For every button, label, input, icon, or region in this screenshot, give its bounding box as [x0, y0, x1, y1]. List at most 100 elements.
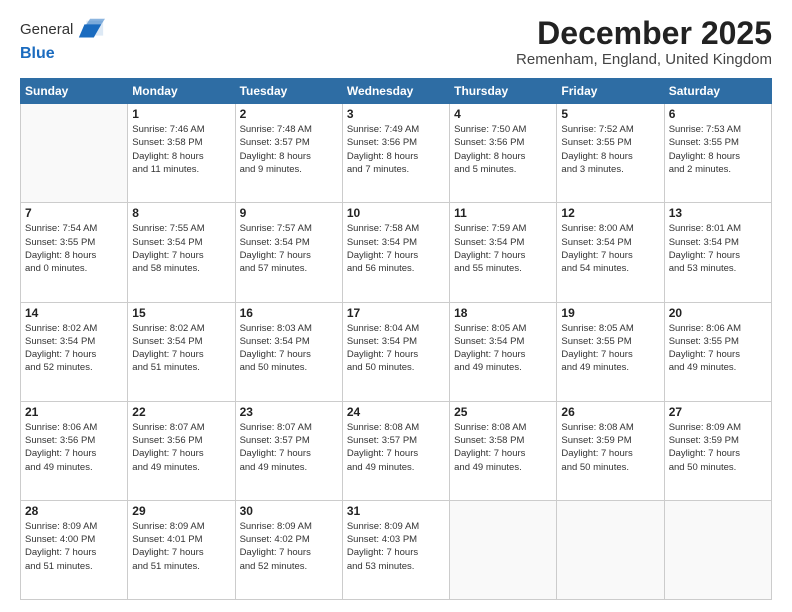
day-info: Sunrise: 8:07 AMSunset: 3:57 PMDaylight:…: [240, 421, 338, 474]
day-number: 22: [132, 405, 230, 419]
calendar-cell-2-1: 7Sunrise: 7:54 AMSunset: 3:55 PMDaylight…: [21, 203, 128, 302]
calendar-cell-5-6: [557, 500, 664, 599]
day-info: Sunrise: 8:06 AMSunset: 3:56 PMDaylight:…: [25, 421, 123, 474]
day-info: Sunrise: 7:59 AMSunset: 3:54 PMDaylight:…: [454, 222, 552, 275]
calendar-cell-1-2: 1 Sunrise: 7:46 AMSunset: 3:58 PMDaylight…: [128, 104, 235, 203]
day-number: 11: [454, 206, 552, 220]
calendar-cell-4-1: 21 Sunrise: 8:06 AMSunset: 3:56 PMDayligh…: [21, 401, 128, 500]
day-info: Sunrise: 8:09 AMSunset: 3:59 PMDaylight:…: [669, 421, 767, 474]
day-number: 19: [561, 306, 659, 320]
day-number: 30: [240, 504, 338, 518]
calendar-cell-3-1: 14Sunrise: 8:02 AMSunset: 3:54 PMDayligh…: [21, 302, 128, 401]
day-info: Sunrise: 8:05 AMSunset: 3:55 PMDaylight:…: [561, 322, 659, 375]
calendar-cell-4-5: 25 Sunrise: 8:08 AMSunset: 3:58 PMDayligh…: [450, 401, 557, 500]
header-saturday: Saturday: [664, 79, 771, 104]
day-info: Sunrise: 7:49 AMSunset: 3:56 PMDaylight:…: [347, 123, 445, 176]
day-number: 28: [25, 504, 123, 518]
day-info: Sunrise: 7:55 AMSunset: 3:54 PMDaylight:…: [132, 222, 230, 275]
day-info: Sunrise: 8:02 AMSunset: 3:54 PMDaylight:…: [132, 322, 230, 375]
day-number: 10: [347, 206, 445, 220]
day-info: Sunrise: 8:09 AMSunset: 4:03 PMDaylight:…: [347, 520, 445, 573]
calendar-cell-1-7: 6 Sunrise: 7:53 AMSunset: 3:55 PMDaylight…: [664, 104, 771, 203]
calendar-cell-5-2: 29Sunrise: 8:09 AMSunset: 4:01 PMDayligh…: [128, 500, 235, 599]
day-number: 1: [132, 107, 230, 121]
title-block: December 2025 Remenham, England, United …: [516, 16, 772, 68]
day-info: Sunrise: 8:08 AMSunset: 3:58 PMDaylight:…: [454, 421, 552, 474]
day-number: 12: [561, 206, 659, 220]
day-number: 27: [669, 405, 767, 419]
day-info: Sunrise: 8:09 AMSunset: 4:01 PMDaylight:…: [132, 520, 230, 573]
header-sunday: Sunday: [21, 79, 128, 104]
day-number: 5: [561, 107, 659, 121]
calendar-cell-3-5: 18 Sunrise: 8:05 AMSunset: 3:54 PMDayligh…: [450, 302, 557, 401]
calendar-cell-4-6: 26 Sunrise: 8:08 AMSunset: 3:59 PMDayligh…: [557, 401, 664, 500]
calendar-cell-2-4: 10Sunrise: 7:58 AMSunset: 3:54 PMDayligh…: [342, 203, 449, 302]
day-info: Sunrise: 8:09 AMSunset: 4:00 PMDaylight:…: [25, 520, 123, 573]
day-info: Sunrise: 8:03 AMSunset: 3:54 PMDaylight:…: [240, 322, 338, 375]
header-thursday: Thursday: [450, 79, 557, 104]
location: Remenham, England, United Kingdom: [516, 51, 772, 68]
calendar-cell-3-4: 17 Sunrise: 8:04 AMSunset: 3:54 PMDayligh…: [342, 302, 449, 401]
day-info: Sunrise: 7:46 AMSunset: 3:58 PMDaylight:…: [132, 123, 230, 176]
day-info: Sunrise: 7:50 AMSunset: 3:56 PMDaylight:…: [454, 123, 552, 176]
day-number: 31: [347, 504, 445, 518]
day-number: 18: [454, 306, 552, 320]
day-number: 25: [454, 405, 552, 419]
calendar-cell-2-6: 12Sunrise: 8:00 AMSunset: 3:54 PMDayligh…: [557, 203, 664, 302]
calendar-cell-2-2: 8Sunrise: 7:55 AMSunset: 3:54 PMDaylight…: [128, 203, 235, 302]
day-info: Sunrise: 8:05 AMSunset: 3:54 PMDaylight:…: [454, 322, 552, 375]
logo-icon: [77, 16, 105, 44]
day-info: Sunrise: 7:54 AMSunset: 3:55 PMDaylight:…: [25, 222, 123, 275]
calendar-header-row: Sunday Monday Tuesday Wednesday Thursday…: [21, 79, 772, 104]
day-number: 23: [240, 405, 338, 419]
calendar-cell-1-6: 5 Sunrise: 7:52 AMSunset: 3:55 PMDaylight…: [557, 104, 664, 203]
header-tuesday: Tuesday: [235, 79, 342, 104]
calendar-cell-1-3: 2 Sunrise: 7:48 AMSunset: 3:57 PMDaylight…: [235, 104, 342, 203]
day-info: Sunrise: 7:52 AMSunset: 3:55 PMDaylight:…: [561, 123, 659, 176]
day-number: 21: [25, 405, 123, 419]
calendar-cell-5-4: 31 Sunrise: 8:09 AMSunset: 4:03 PMDayligh…: [342, 500, 449, 599]
logo: General Blue: [20, 16, 105, 63]
header-friday: Friday: [557, 79, 664, 104]
day-number: 9: [240, 206, 338, 220]
day-number: 3: [347, 107, 445, 121]
calendar-cell-5-3: 30Sunrise: 8:09 AMSunset: 4:02 PMDayligh…: [235, 500, 342, 599]
calendar-cell-3-7: 20Sunrise: 8:06 AMSunset: 3:55 PMDayligh…: [664, 302, 771, 401]
calendar-cell-3-2: 15 Sunrise: 8:02 AMSunset: 3:54 PMDayligh…: [128, 302, 235, 401]
day-info: Sunrise: 8:04 AMSunset: 3:54 PMDaylight:…: [347, 322, 445, 375]
logo-general: General: [20, 21, 73, 39]
day-info: Sunrise: 8:07 AMSunset: 3:56 PMDaylight:…: [132, 421, 230, 474]
calendar-cell-3-6: 19 Sunrise: 8:05 AMSunset: 3:55 PMDayligh…: [557, 302, 664, 401]
day-number: 20: [669, 306, 767, 320]
day-number: 6: [669, 107, 767, 121]
day-info: Sunrise: 8:08 AMSunset: 3:59 PMDaylight:…: [561, 421, 659, 474]
calendar-cell-4-7: 27 Sunrise: 8:09 AMSunset: 3:59 PMDayligh…: [664, 401, 771, 500]
day-number: 26: [561, 405, 659, 419]
day-number: 24: [347, 405, 445, 419]
day-number: 15: [132, 306, 230, 320]
calendar-cell-2-7: 13Sunrise: 8:01 AMSunset: 3:54 PMDayligh…: [664, 203, 771, 302]
page: General Blue December 2025 Remenham, Eng…: [0, 0, 792, 612]
calendar-cell-2-5: 11 Sunrise: 7:59 AMSunset: 3:54 PMDayligh…: [450, 203, 557, 302]
calendar-cell-3-3: 16Sunrise: 8:03 AMSunset: 3:54 PMDayligh…: [235, 302, 342, 401]
calendar-cell-4-4: 24 Sunrise: 8:08 AMSunset: 3:57 PMDayligh…: [342, 401, 449, 500]
calendar-cell-4-3: 23 Sunrise: 8:07 AMSunset: 3:57 PMDayligh…: [235, 401, 342, 500]
calendar-table: Sunday Monday Tuesday Wednesday Thursday…: [20, 78, 772, 600]
week-row-3: 14Sunrise: 8:02 AMSunset: 3:54 PMDayligh…: [21, 302, 772, 401]
week-row-1: 1 Sunrise: 7:46 AMSunset: 3:58 PMDaylight…: [21, 104, 772, 203]
day-number: 4: [454, 107, 552, 121]
day-info: Sunrise: 7:57 AMSunset: 3:54 PMDaylight:…: [240, 222, 338, 275]
day-number: 2: [240, 107, 338, 121]
day-info: Sunrise: 8:02 AMSunset: 3:54 PMDaylight:…: [25, 322, 123, 375]
logo-blue: Blue: [20, 44, 55, 63]
day-number: 17: [347, 306, 445, 320]
header: General Blue December 2025 Remenham, Eng…: [20, 16, 772, 68]
calendar-cell-5-7: [664, 500, 771, 599]
header-wednesday: Wednesday: [342, 79, 449, 104]
day-info: Sunrise: 7:48 AMSunset: 3:57 PMDaylight:…: [240, 123, 338, 176]
week-row-5: 28 Sunrise: 8:09 AMSunset: 4:00 PMDayligh…: [21, 500, 772, 599]
header-monday: Monday: [128, 79, 235, 104]
calendar-cell-1-5: 4 Sunrise: 7:50 AMSunset: 3:56 PMDaylight…: [450, 104, 557, 203]
day-info: Sunrise: 7:53 AMSunset: 3:55 PMDaylight:…: [669, 123, 767, 176]
day-info: Sunrise: 8:08 AMSunset: 3:57 PMDaylight:…: [347, 421, 445, 474]
